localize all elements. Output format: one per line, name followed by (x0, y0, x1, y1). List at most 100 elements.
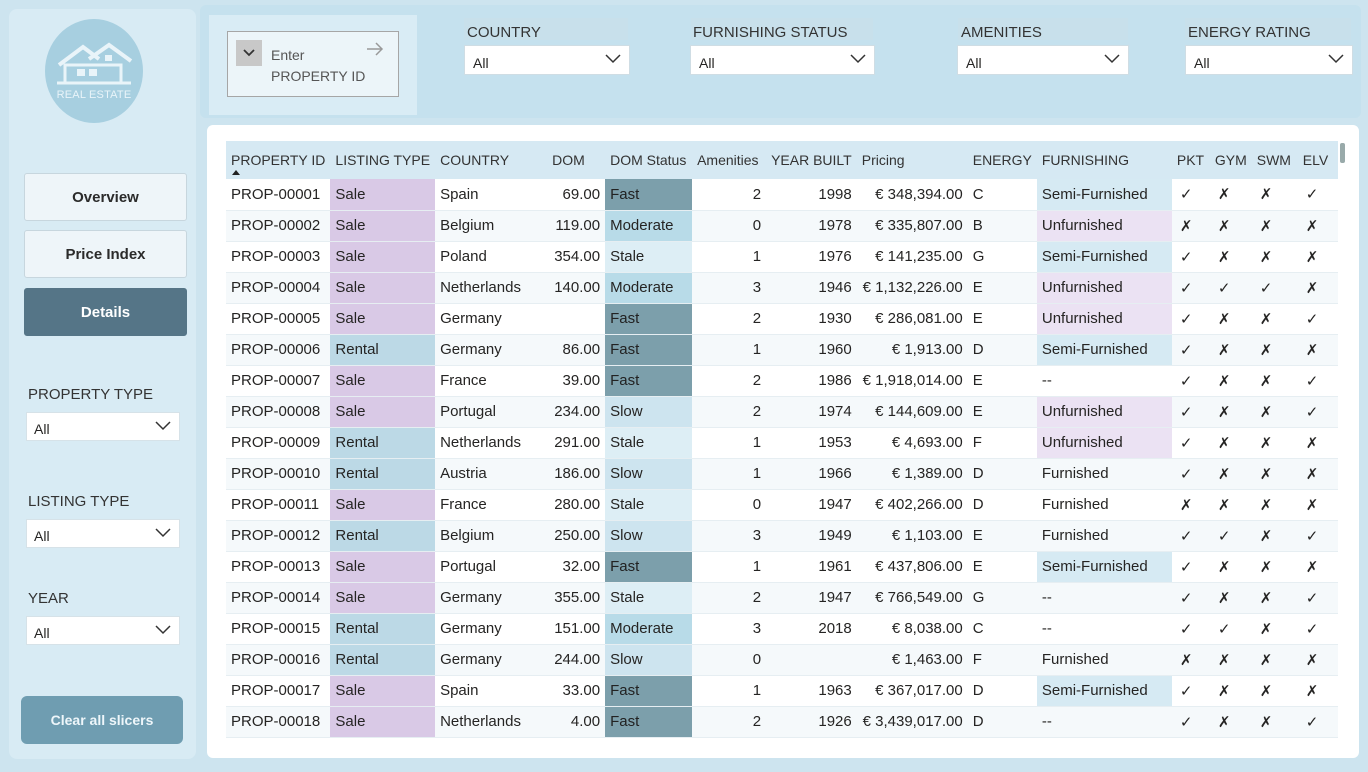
table-row[interactable]: PROP-00010 Rental Austria 186.00 Slow 1 1966 € … (226, 458, 1338, 490)
column-header[interactable]: ENERGY (967, 141, 1037, 179)
table-cell: ✗ (1209, 303, 1252, 335)
table-cell: PROP-00006 (226, 334, 331, 366)
expand-toggle[interactable] (236, 40, 262, 66)
column-header[interactable]: DOM Status (605, 141, 693, 179)
column-header[interactable]: LISTING TYPE (330, 141, 436, 179)
table-cell: ✓ (1297, 582, 1338, 614)
table-cell: ✗ (1209, 396, 1252, 428)
table-cell: C (967, 613, 1037, 645)
table-cell: Belgium (435, 210, 548, 242)
table-cell: 355.00 (547, 582, 606, 614)
listing-type-dropdown[interactable]: All (26, 519, 180, 548)
nav-details-button[interactable]: Details (24, 288, 187, 336)
table-cell: 32.00 (547, 551, 606, 583)
chevron-down-icon (1104, 54, 1120, 64)
table-cell: 2 (692, 706, 767, 738)
table-cell: Netherlands (435, 272, 548, 304)
table-row[interactable]: PROP-00009 Rental Netherlands 291.00 Stale 1 1… (226, 427, 1338, 459)
table-cell: 3 (692, 520, 767, 552)
table-row[interactable]: PROP-00018 Sale Netherlands 4.00 Fast 2 1926 € … (226, 706, 1338, 738)
table-row[interactable]: PROP-00003 Sale Poland 354.00 Stale 1 1976 € 14… (226, 241, 1338, 273)
column-header[interactable]: GYM (1209, 141, 1252, 179)
property-type-dropdown[interactable]: All (26, 412, 180, 441)
search-placeholder-line2: PROPERTY ID (271, 68, 366, 84)
table-row[interactable]: PROP-00014 Sale Germany 355.00 Stale 2 1947 € 7… (226, 582, 1338, 614)
table-cell: Rental (330, 427, 436, 459)
table-cell: Sale (330, 210, 436, 242)
column-header[interactable]: COUNTRY (435, 141, 548, 179)
table-cell: -- (1036, 582, 1172, 614)
table-cell: Portugal (435, 396, 548, 428)
column-header[interactable]: DOM (547, 141, 606, 179)
table-cell: ✓ (1209, 520, 1252, 552)
table-row[interactable]: PROP-00016 Rental Germany 244.00 Slow 0 € 1,46… (226, 644, 1338, 676)
table-cell: ✓ (1171, 582, 1210, 614)
table-cell: 1961 (766, 551, 857, 583)
table-cell: ✗ (1209, 489, 1252, 521)
country-dropdown[interactable]: All (464, 45, 630, 75)
table-cell: ✗ (1251, 520, 1298, 552)
nav-overview-button[interactable]: Overview (24, 173, 187, 221)
table-row[interactable]: PROP-00017 Sale Spain 33.00 Fast 1 1963 € 367,0… (226, 675, 1338, 707)
furnishing-status-dropdown[interactable]: All (690, 45, 875, 75)
table-cell: PROP-00013 (226, 551, 331, 583)
table-cell: ✗ (1209, 334, 1252, 366)
table-cell: 2 (692, 582, 767, 614)
column-header[interactable]: SWM (1251, 141, 1298, 179)
table-row[interactable]: PROP-00001 Sale Spain 69.00 Fast 2 1998 € 348,3… (226, 179, 1338, 211)
vertical-scrollbar[interactable] (1340, 143, 1345, 163)
table-row[interactable]: PROP-00006 Rental Germany 86.00 Fast 1 1960 € 1… (226, 334, 1338, 366)
column-header[interactable]: PKT (1171, 141, 1210, 179)
table-row[interactable]: PROP-00004 Sale Netherlands 140.00 Moderate 3… (226, 272, 1338, 304)
amenities-value: All (966, 55, 982, 71)
search-placeholder: Enter PROPERTY ID (271, 45, 381, 87)
table-cell: PROP-00016 (226, 644, 331, 676)
chevron-down-icon (155, 528, 171, 538)
column-header[interactable]: Amenities (692, 141, 767, 179)
chevron-down-icon (850, 54, 866, 64)
table-cell: ✗ (1297, 334, 1338, 366)
table-cell: D (967, 334, 1037, 366)
table-row[interactable]: PROP-00005 Sale Germany Fast 2 1930 € 286,081.… (226, 303, 1338, 335)
table-row[interactable]: PROP-00013 Sale Portugal 32.00 Fast 1 1961 € 43… (226, 551, 1338, 583)
table-cell: Sale (330, 675, 436, 707)
table-cell: 1947 (766, 582, 857, 614)
year-dropdown[interactable]: All (26, 616, 180, 645)
column-header[interactable]: PROPERTY ID (226, 141, 331, 179)
amenities-dropdown[interactable]: All (957, 45, 1129, 75)
table-cell: -- (1036, 365, 1172, 397)
column-header[interactable]: FURNISHING (1036, 141, 1172, 179)
filter-bar: Enter PROPERTY ID COUNTRY All FURNISHING… (200, 5, 1361, 118)
column-header[interactable]: ELV (1297, 141, 1338, 179)
property-id-search[interactable]: Enter PROPERTY ID (227, 31, 399, 97)
nav-price-index-button[interactable]: Price Index (24, 230, 187, 278)
table-row[interactable]: PROP-00011 Sale France 280.00 Stale 0 1947 € 40… (226, 489, 1338, 521)
table-row[interactable]: PROP-00015 Rental Germany 151.00 Moderate 3 20… (226, 613, 1338, 645)
table-cell: Rental (330, 644, 436, 676)
table-row[interactable]: PROP-00002 Sale Belgium 119.00 Moderate 0 1978… (226, 210, 1338, 242)
clear-all-slicers-button[interactable]: Clear all slicers (21, 696, 183, 744)
table-cell: E (967, 303, 1037, 335)
table-cell: ✓ (1171, 675, 1210, 707)
arrow-right-icon[interactable] (366, 42, 384, 56)
table-cell: ✓ (1171, 551, 1210, 583)
table-cell: ✓ (1297, 396, 1338, 428)
column-header[interactable]: Pricing (856, 141, 968, 179)
table-cell: Sale (330, 582, 436, 614)
column-header[interactable]: YEAR BUILT (766, 141, 857, 179)
table-cell: Unfurnished (1036, 210, 1172, 242)
property-type-label: PROPERTY TYPE (28, 386, 154, 403)
table-cell: € 1,913.00 (856, 334, 968, 366)
energy-rating-dropdown[interactable]: All (1185, 45, 1353, 75)
table-cell: ✗ (1251, 210, 1298, 242)
table-row[interactable]: PROP-00008 Sale Portugal 234.00 Slow 2 1974 € 1… (226, 396, 1338, 428)
table-row[interactable]: PROP-00007 Sale France 39.00 Fast 2 1986 € 1,91… (226, 365, 1338, 397)
table-cell: ✗ (1297, 427, 1338, 459)
table-cell: Austria (435, 458, 548, 490)
table-cell: G (967, 241, 1037, 273)
table-cell: ✗ (1209, 582, 1252, 614)
table-cell (547, 303, 606, 335)
table-cell: Unfurnished (1036, 272, 1172, 304)
table-cell: Rental (330, 334, 436, 366)
table-row[interactable]: PROP-00012 Rental Belgium 250.00 Slow 3 1949 € … (226, 520, 1338, 552)
